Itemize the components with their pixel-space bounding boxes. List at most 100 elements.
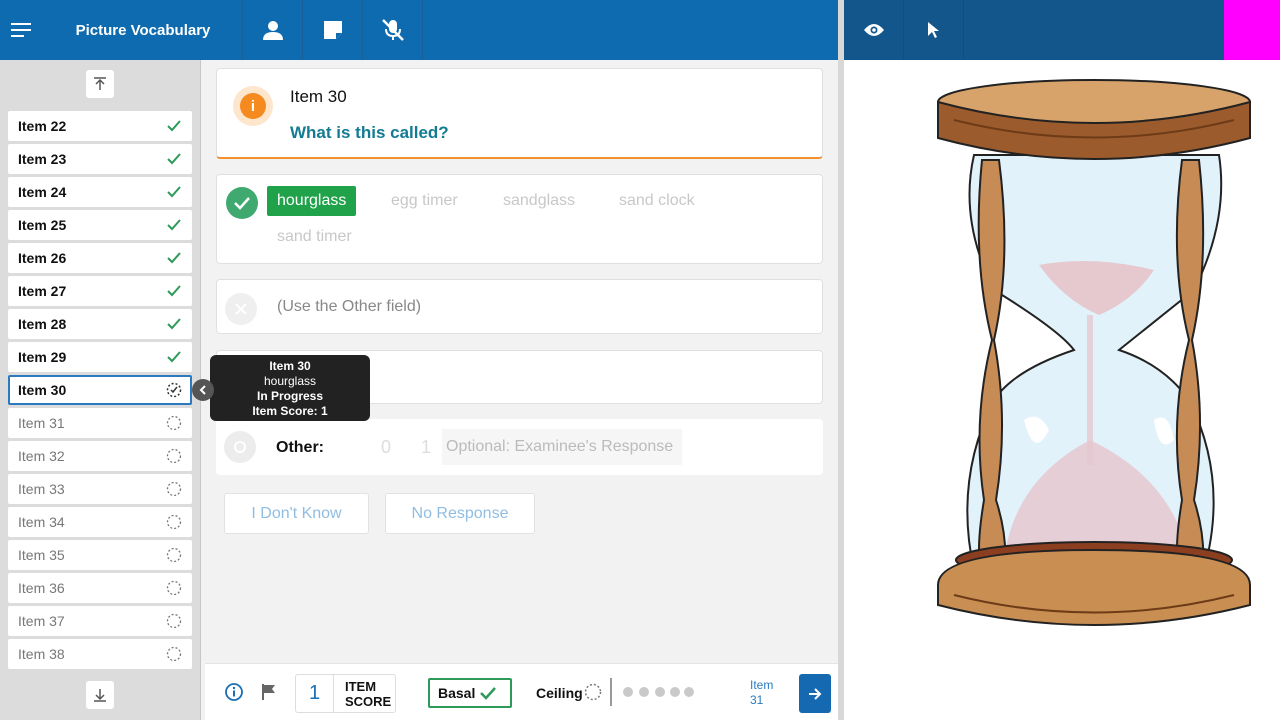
sidebar-item-label: Item 37 (18, 613, 65, 629)
sidebar-item[interactable]: Item 30 (8, 375, 192, 405)
menu-icon (11, 23, 31, 37)
complete-check-icon (167, 318, 181, 330)
other-response-input[interactable] (442, 429, 682, 465)
sidebar-item[interactable]: Item 23 (8, 144, 192, 174)
correct-check-button[interactable] (226, 187, 258, 219)
arrow-to-top-icon (94, 77, 106, 90)
basal-check-icon (480, 687, 497, 700)
correct-answers-card: hourglass egg timer sandglass sand clock… (216, 174, 823, 264)
item-sidebar: Item 22 Item 23 Item 24 Item 25 Item 26 Item … (0, 60, 201, 720)
pointer-icon (927, 22, 939, 38)
dont-know-button[interactable]: I Don't Know (224, 493, 369, 534)
not-started-icon (166, 514, 182, 530)
item-score-label-line2: SCORE (345, 693, 392, 709)
item-question: What is this called? (290, 123, 449, 142)
sidebar-item-label: Item 25 (18, 217, 67, 233)
next-item-line2: 31 (750, 693, 764, 707)
collapse-sidebar-button[interactable] (192, 379, 214, 401)
menu-button[interactable] (0, 0, 44, 60)
incorrect-button[interactable] (225, 293, 257, 325)
info-icon: i (240, 93, 266, 119)
tooltip-answer: hourglass (263, 374, 317, 388)
hourglass-image (937, 79, 1251, 626)
sidebar-item-label: Item 28 (18, 316, 67, 332)
sidebar-item[interactable]: Item 33 (8, 474, 192, 504)
not-started-icon (166, 646, 182, 662)
no-response-button[interactable]: No Response (385, 493, 535, 534)
stimulus-toolbar (844, 0, 1280, 60)
flag-icon (262, 684, 275, 700)
item-info-button[interactable] (225, 683, 243, 706)
pointer-button[interactable] (904, 0, 964, 60)
answer-chip-sand-clock[interactable]: sand clock (609, 186, 705, 216)
next-item-button[interactable] (799, 674, 831, 713)
sidebar-item[interactable]: Item 24 (8, 177, 192, 207)
sidebar-item-label: Item 29 (18, 349, 67, 365)
sidebar-item[interactable]: Item 31 (8, 408, 192, 438)
not-started-icon (166, 613, 182, 629)
eye-icon (863, 24, 884, 36)
sidebar-item-label: Item 36 (18, 580, 65, 596)
radio-dot-icon (234, 441, 246, 453)
scroll-to-top-button[interactable] (86, 70, 114, 98)
sidebar-item[interactable]: Item 38 (8, 639, 192, 669)
ceiling-divider (610, 678, 612, 706)
incorrect-card: (Use the Other field) (216, 279, 823, 334)
other-score-0[interactable]: 0 (381, 437, 391, 458)
sidebar-item-label: Item 34 (18, 514, 65, 530)
sidebar-item-label: Item 30 (18, 382, 67, 398)
sidebar-item-label: Item 35 (18, 547, 65, 563)
complete-check-icon (167, 120, 181, 132)
sidebar-item-label: Item 24 (18, 184, 67, 200)
item-list: Item 22 Item 23 Item 24 Item 25 Item 26 Item … (8, 104, 192, 676)
mic-toggle-button[interactable] (363, 0, 423, 60)
ceiling-dot (670, 687, 680, 697)
item-tooltip: Item 30 hourglass In Progress Item Score… (210, 355, 370, 421)
stimulus-pane (844, 60, 1280, 720)
ceiling-status: Ceiling (536, 685, 583, 701)
sidebar-item[interactable]: Item 34 (8, 507, 192, 537)
notes-button[interactable] (303, 0, 363, 60)
other-field-hint: (Use the Other field) (277, 298, 422, 315)
sidebar-item[interactable]: Item 22 (8, 111, 192, 141)
item-score-label: ITEM SCORE (334, 679, 391, 709)
ceiling-label: Ceiling (536, 685, 583, 701)
examinee-button[interactable] (243, 0, 303, 60)
flag-button[interactable] (261, 683, 277, 706)
scroll-to-bottom-button[interactable] (86, 681, 114, 709)
not-started-icon (166, 448, 182, 464)
person-icon (262, 21, 283, 40)
not-started-icon (166, 580, 182, 596)
answer-chip-egg-timer[interactable]: egg timer (381, 186, 468, 216)
sidebar-item-label: Item 22 (18, 118, 67, 134)
other-score-1[interactable]: 1 (421, 437, 431, 458)
other-radio[interactable] (224, 431, 256, 463)
sidebar-item[interactable]: Item 32 (8, 441, 192, 471)
sidebar-item[interactable]: Item 36 (8, 573, 192, 603)
item-header-card: i Item 30 What is this called? (216, 68, 823, 159)
arrow-to-bottom-icon (94, 689, 106, 702)
sidebar-item-label: Item 23 (18, 151, 67, 167)
sidebar-item[interactable]: Item 25 (8, 210, 192, 240)
basal-label: Basal (438, 685, 476, 701)
answer-chip-sand-timer[interactable]: sand timer (267, 222, 362, 252)
answer-chip-hourglass[interactable]: hourglass (267, 186, 357, 216)
not-started-icon (166, 415, 182, 431)
sidebar-item[interactable]: Item 28 (8, 309, 192, 339)
item-title: Item 30 (290, 87, 347, 106)
ceiling-dot (639, 687, 649, 697)
sidebar-item[interactable]: Item 35 (8, 540, 192, 570)
item-score-label-line1: ITEM (345, 678, 377, 694)
preview-button[interactable] (844, 0, 904, 60)
next-item-line1: Item (750, 678, 774, 692)
answer-chip-sandglass[interactable]: sandglass (493, 186, 585, 216)
sidebar-item-label: Item 31 (18, 415, 65, 431)
sidebar-item-label: Item 33 (18, 481, 65, 497)
sidebar-item[interactable]: Item 27 (8, 276, 192, 306)
not-started-icon (166, 547, 182, 563)
sidebar-item[interactable]: Item 26 (8, 243, 192, 273)
chevron-left-icon (199, 385, 206, 395)
sidebar-item[interactable]: Item 29 (8, 342, 192, 372)
sidebar-item-label: Item 32 (18, 448, 65, 464)
sidebar-item[interactable]: Item 37 (8, 606, 192, 636)
